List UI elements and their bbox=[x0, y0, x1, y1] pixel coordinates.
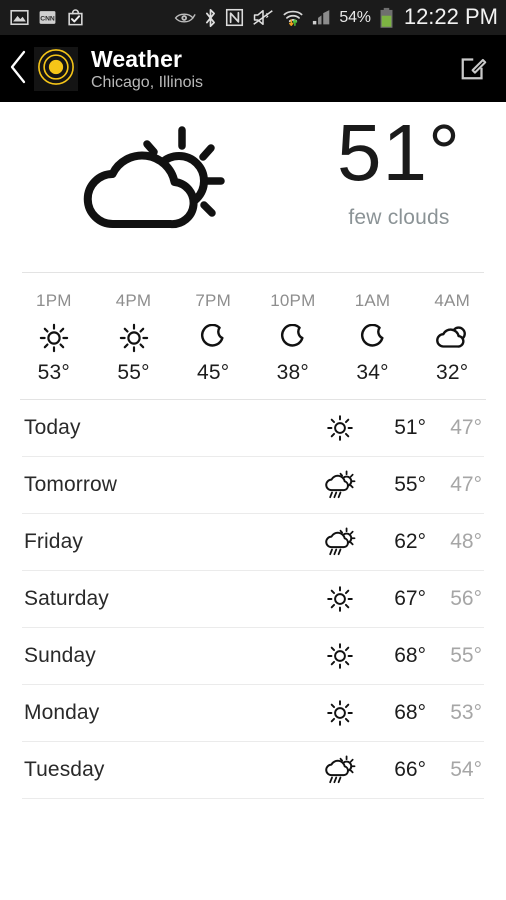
day-low-temp: 53° bbox=[450, 701, 482, 724]
day-low-temp: 48° bbox=[450, 530, 482, 553]
weather-app-logo-icon bbox=[37, 48, 75, 91]
svg-text:CNN: CNN bbox=[40, 15, 55, 22]
hourly-time: 7PM bbox=[195, 291, 231, 310]
app-logo[interactable] bbox=[34, 47, 78, 91]
daily-forecast-row[interactable]: Tomorrow 55° 47° bbox=[0, 457, 506, 513]
hourly-temp: 32° bbox=[436, 361, 469, 384]
hourly-temp: 45° bbox=[197, 361, 230, 384]
current-description: few clouds bbox=[348, 206, 450, 229]
wifi-transfer-icon bbox=[282, 8, 304, 27]
smart-stay-eye-icon bbox=[174, 9, 196, 27]
day-high-temp: 68° bbox=[394, 644, 426, 667]
hourly-temp: 55° bbox=[117, 361, 150, 384]
row-divider bbox=[22, 798, 484, 799]
play-store-bag-icon bbox=[66, 8, 85, 27]
daily-forecast-row[interactable]: Tuesday 66° 54° bbox=[0, 742, 506, 798]
page-subtitle-location: Chicago, Illinois bbox=[91, 73, 204, 91]
hourly-temp: 53° bbox=[37, 361, 71, 384]
hourly-time: 1AM bbox=[354, 291, 391, 310]
daily-forecast-row[interactable]: Sunday 68° 55° bbox=[0, 628, 506, 684]
day-label: Friday bbox=[24, 530, 83, 553]
day-low-temp: 47° bbox=[450, 473, 482, 496]
day-high-temp: 62° bbox=[394, 530, 426, 553]
hourly-item[interactable]: 4PM 55° bbox=[94, 291, 174, 385]
daily-forecast-row[interactable]: Friday 62° 48° bbox=[0, 514, 506, 570]
edit-compose-icon bbox=[459, 52, 489, 87]
cnn-icon: CNN bbox=[38, 8, 57, 27]
battery-percent-label: 54% bbox=[339, 8, 371, 26]
day-label: Sunday bbox=[24, 644, 96, 667]
status-bar-notifications: CNN bbox=[10, 8, 85, 27]
day-label: Saturday bbox=[24, 587, 109, 610]
day-high-temp: 66° bbox=[394, 758, 426, 781]
day-high-temp: 68° bbox=[394, 701, 426, 724]
day-low-temp: 54° bbox=[450, 758, 482, 781]
moon-icon bbox=[279, 321, 307, 355]
rain-sun-icon bbox=[312, 755, 368, 785]
day-high-temp: 55° bbox=[394, 473, 426, 496]
day-low-temp: 55° bbox=[450, 644, 482, 667]
hourly-item[interactable]: 1AM 34° bbox=[333, 291, 413, 385]
gallery-icon bbox=[10, 8, 29, 27]
hourly-item[interactable]: 1PM 53° bbox=[14, 291, 94, 385]
moon-icon bbox=[199, 321, 227, 355]
action-bar: Weather Chicago, Illinois bbox=[0, 36, 506, 102]
hourly-temp: 34° bbox=[356, 361, 389, 384]
day-label: Monday bbox=[24, 701, 100, 724]
back-chevron-icon bbox=[9, 50, 29, 89]
day-label: Today bbox=[24, 416, 81, 439]
cloud-icon bbox=[435, 321, 469, 355]
rain-sun-icon bbox=[312, 470, 368, 500]
hourly-time: 10PM bbox=[270, 291, 316, 310]
action-bar-titles: Weather Chicago, Illinois bbox=[91, 46, 454, 93]
cell-signal-icon bbox=[312, 9, 331, 26]
current-temperature-block: 51° few clouds bbox=[300, 110, 506, 230]
hourly-item[interactable]: 10PM 38° bbox=[253, 291, 333, 385]
hourly-time: 1PM bbox=[36, 291, 72, 310]
sun-icon bbox=[312, 699, 368, 727]
moon-icon bbox=[359, 321, 387, 355]
hourly-time: 4PM bbox=[115, 291, 152, 310]
hourly-temp: 38° bbox=[276, 361, 310, 384]
sun-icon bbox=[119, 321, 149, 355]
nfc-icon bbox=[225, 8, 244, 27]
hourly-forecast: 1PM 53° 4PM 55° 7PM 45° 10PM 38° 1AM 34°… bbox=[0, 273, 506, 399]
day-high-temp: 51° bbox=[394, 416, 426, 439]
status-bar: CNN 54% 12:22 PM bbox=[0, 0, 506, 36]
rain-sun-icon bbox=[312, 527, 368, 557]
current-temperature: 51° bbox=[337, 108, 461, 197]
hourly-item[interactable]: 4AM 32° bbox=[412, 291, 492, 385]
day-low-temp: 56° bbox=[450, 587, 482, 610]
current-weather-icon-wrap bbox=[0, 110, 300, 241]
back-button[interactable] bbox=[6, 50, 32, 89]
sun-icon bbox=[312, 414, 368, 442]
day-label: Tomorrow bbox=[24, 473, 117, 496]
daily-forecast-row[interactable]: Today 51° 47° bbox=[0, 400, 506, 456]
sun-icon bbox=[312, 585, 368, 613]
bluetooth-icon bbox=[204, 8, 217, 28]
current-conditions: 51° few clouds bbox=[0, 102, 506, 272]
sound-muted-icon bbox=[252, 8, 274, 27]
hourly-item[interactable]: 7PM 45° bbox=[173, 291, 253, 385]
sun-icon bbox=[39, 321, 69, 355]
hourly-time: 4AM bbox=[434, 291, 470, 310]
edit-locations-button[interactable] bbox=[454, 49, 494, 89]
status-bar-clock: 12:22 PM bbox=[403, 4, 498, 29]
status-bar-system-icons: 54% 12:22 PM bbox=[174, 4, 498, 31]
page-title: Weather bbox=[91, 45, 183, 72]
battery-icon bbox=[379, 7, 394, 29]
daily-forecast-row[interactable]: Saturday 67° 56° bbox=[0, 571, 506, 627]
daily-forecast-list: Today 51° 47° Tomorrow 55° 47° Friday 62… bbox=[0, 400, 506, 799]
day-label: Tuesday bbox=[24, 758, 105, 781]
daily-forecast-row[interactable]: Monday 68° 53° bbox=[0, 685, 506, 741]
sun-icon bbox=[312, 642, 368, 670]
few-clouds-icon bbox=[75, 124, 225, 241]
day-high-temp: 67° bbox=[394, 587, 426, 610]
day-low-temp: 47° bbox=[450, 416, 482, 439]
